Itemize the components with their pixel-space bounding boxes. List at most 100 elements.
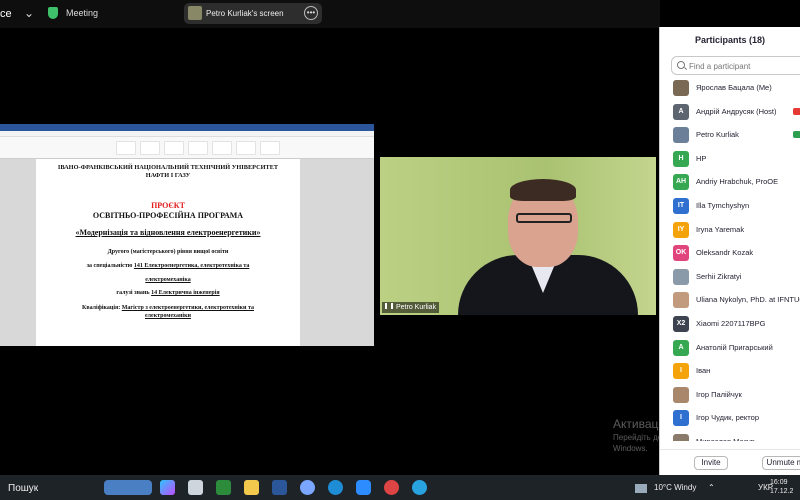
- participant-status-icon: [793, 131, 800, 139]
- ribbon-style-swatch: [116, 141, 136, 155]
- clock-date: 17.12.2: [770, 488, 794, 495]
- participant-name: Іван: [696, 366, 711, 376]
- participant-search-input[interactable]: Find a participant: [671, 56, 800, 75]
- field-prefix: галузі знань: [116, 290, 150, 296]
- participant-row[interactable]: IT Illa Tymchyshyn: [660, 197, 800, 215]
- participant-row[interactable]: Мирослав Мазур: [660, 433, 800, 441]
- participant-name: Serhii Zikratyi: [696, 271, 742, 281]
- task-view-icon[interactable]: [188, 480, 203, 495]
- participant-row[interactable]: H HP: [660, 150, 800, 168]
- participant-name: Andriy Hrabchuk, ProOE: [696, 177, 779, 187]
- participant-name: Ігор Чудик, ректор: [696, 413, 759, 423]
- zoom-meeting-window: ce ⌄ Meeting Petro Kurliak's screen ••• …: [0, 0, 800, 500]
- qualification-line: Кваліфікація: Магістр з електроенергетик…: [36, 304, 300, 320]
- participant-avatar: IY: [673, 221, 689, 238]
- qualification-continued: електромеханіки: [145, 313, 191, 319]
- participant-avatar: IT: [673, 198, 689, 214]
- education-level: Другого (магістерського) рівня вищої осв…: [107, 249, 229, 255]
- news-widget-icon[interactable]: [104, 480, 152, 495]
- participant-name: Ярослав Бацала (Me): [696, 83, 772, 92]
- participant-name: Uliana Nykolyn, PhD. at IFNTUOG: [696, 295, 800, 305]
- screen-share-indicator[interactable]: Petro Kurliak's screen •••: [184, 3, 322, 24]
- share-label: Petro Kurliak's screen: [206, 9, 284, 18]
- ribbon-style-swatch: [188, 141, 208, 155]
- participant-row[interactable]: I Іван: [660, 362, 800, 380]
- store-icon[interactable]: [216, 480, 231, 495]
- field-line: галузі знань 14 Електрична інженерія: [36, 290, 300, 296]
- invite-button[interactable]: Invite: [694, 456, 728, 470]
- windows-taskbar: Пошук 10°C Windy ⌃ УКР 16:09 17.12.2: [0, 475, 800, 500]
- participant-row[interactable]: A Анатолій Пригарський: [660, 339, 800, 357]
- participant-row[interactable]: AH Andriy Hrabchuk, ProOE: [660, 173, 800, 191]
- participant-row[interactable]: I Ігор Чудик, ректор: [660, 409, 800, 427]
- participant-avatar: H: [673, 150, 689, 167]
- ribbon-style-swatch: [260, 141, 280, 155]
- edge-icon[interactable]: [328, 480, 343, 495]
- weather-text[interactable]: 10°C Windy: [654, 483, 696, 492]
- participant-row[interactable]: IY Iryna Yaremak: [660, 221, 800, 239]
- participant-avatar: X2: [673, 316, 689, 332]
- participant-row[interactable]: Ігор Палійчук: [660, 386, 800, 404]
- participant-row[interactable]: Ярослав Бацала (Me): [660, 79, 800, 97]
- university-line2: НАФТИ І ГАЗУ: [145, 172, 191, 179]
- participant-row[interactable]: X2 Xiaomi 2207117BPG: [660, 315, 800, 333]
- ribbon-style-swatch: [236, 141, 256, 155]
- taskbar-clock[interactable]: 16:09 17.12.2: [770, 478, 793, 496]
- clock-time: 16:09: [770, 479, 788, 486]
- tray-chevron-icon[interactable]: ⌃: [708, 483, 715, 492]
- qualification: Магістр з електроенергетики, електротехн…: [121, 305, 254, 311]
- ribbon-style-swatch: [212, 141, 232, 155]
- sharer-avatar: [188, 6, 202, 20]
- participant-name: Oleksandr Kozak: [696, 248, 754, 258]
- zoom-icon[interactable]: [356, 480, 371, 495]
- participant-avatar: I: [673, 410, 689, 427]
- participant-name: Xiaomi 2207117BPG: [696, 319, 766, 328]
- chevron-down-icon[interactable]: ⌄: [24, 6, 34, 20]
- participant-name: Мирослав Мазур: [696, 437, 755, 441]
- participant-row[interactable]: A Андрій Андрусяк (Host): [660, 103, 800, 121]
- participant-avatar: OK: [673, 245, 689, 262]
- participant-name: Ігор Палійчук: [696, 389, 742, 399]
- participant-avatar: I: [673, 363, 689, 380]
- participant-avatar: [673, 268, 689, 285]
- participant-avatar: [673, 434, 689, 441]
- participant-row[interactable]: Uliana Nykolyn, PhD. at IFNTUOG: [660, 291, 800, 309]
- copilot-icon[interactable]: [160, 480, 175, 495]
- participant-row[interactable]: OK Oleksandr Kozak: [660, 244, 800, 262]
- participant-name: Petro Kurliak: [696, 130, 739, 140]
- participant-avatar: AH: [673, 174, 689, 191]
- participant-row[interactable]: Serhii Zikratyi: [660, 268, 800, 286]
- search-placeholder: Find a participant: [689, 62, 751, 71]
- unmute-me-button[interactable]: Unmute m: [762, 456, 800, 470]
- word-icon[interactable]: [272, 480, 287, 495]
- more-options-icon[interactable]: •••: [304, 6, 318, 20]
- weather-icon[interactable]: [635, 484, 647, 493]
- participant-name: Анатолій Пригарський: [696, 342, 773, 352]
- search-icon: [677, 61, 685, 69]
- participant-video-tile[interactable]: Petro Kurliak: [380, 157, 656, 315]
- taskbar-search[interactable]: Пошук: [8, 483, 38, 494]
- participant-avatar: [673, 292, 689, 309]
- meeting-top-bar: ce ⌄ Meeting Petro Kurliak's screen •••: [0, 0, 660, 28]
- word-title-bar: [0, 124, 374, 131]
- chrome-icon[interactable]: [300, 480, 315, 495]
- opera-icon[interactable]: [384, 480, 399, 495]
- participant-avatar: A: [673, 339, 689, 356]
- participant-avatar: [673, 127, 689, 144]
- person-glasses: [516, 213, 572, 223]
- signal-bars-icon: [385, 303, 393, 309]
- person-hair: [510, 179, 576, 201]
- meeting-info-label[interactable]: Meeting: [66, 8, 98, 18]
- specialty-line: за спеціальністю 141 Електроенергетика, …: [36, 263, 300, 269]
- participants-title: Participants (18): [694, 35, 766, 45]
- participants-panel: Participants (18) Find a participant Яро…: [659, 27, 800, 475]
- shared-screen[interactable]: ІВАНО-ФРАНКІВСЬКИЙ НАЦІОНАЛЬНИЙ ТЕХНІЧНИ…: [0, 124, 374, 346]
- telegram-icon[interactable]: [412, 480, 427, 495]
- shield-icon[interactable]: [48, 7, 58, 19]
- ribbon-style-swatch: [164, 141, 184, 155]
- participant-row[interactable]: Petro Kurliak: [660, 126, 800, 144]
- app-title-fragment: ce: [0, 8, 12, 20]
- file-explorer-icon[interactable]: [244, 480, 259, 495]
- university-name: ІВАНО-ФРАНКІВСЬКИЙ НАЦІОНАЛЬНИЙ ТЕХНІЧНИ…: [36, 164, 300, 180]
- field: 14 Електрична інженерія: [151, 290, 220, 296]
